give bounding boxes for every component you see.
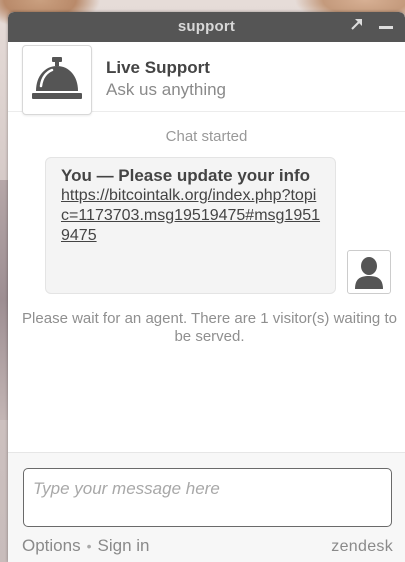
footer-links: Options • Sign in xyxy=(22,536,149,556)
message-header: You — Please update your info xyxy=(61,166,311,185)
minimize-icon[interactable] xyxy=(379,26,393,29)
chat-widget: support Live Support Ask us anything Cha… xyxy=(8,12,405,562)
wait-notice: Please wait for an agent. There are 1 vi… xyxy=(22,310,397,345)
options-link[interactable]: Options xyxy=(22,536,81,555)
message-input[interactable] xyxy=(23,468,392,527)
zendesk-logo[interactable]: zendesk xyxy=(331,538,393,556)
agent-avatar xyxy=(22,45,92,115)
service-bell-icon xyxy=(32,57,82,99)
chat-footer: Options • Sign in zendesk xyxy=(8,452,405,562)
message-list[interactable]: Chat started You — Please update your in… xyxy=(8,112,405,452)
visitor-avatar xyxy=(347,250,391,294)
title-bar[interactable]: support xyxy=(8,12,405,42)
window-title: support xyxy=(177,18,236,35)
user-silhouette-icon xyxy=(355,257,383,289)
message-link[interactable]: https://bitcointalk.org/index.php?topic=… xyxy=(61,186,321,246)
chat-header: Live Support Ask us anything xyxy=(8,42,405,115)
popout-arrow-icon[interactable] xyxy=(349,17,365,35)
agent-tagline: Ask us anything xyxy=(106,80,227,99)
visitor-message: You — Please update your info https://bi… xyxy=(45,157,336,294)
sign-in-link[interactable]: Sign in xyxy=(98,536,150,555)
chat-started-notice: Chat started xyxy=(165,128,248,145)
footer-separator: • xyxy=(86,538,92,554)
agent-name: Live Support xyxy=(106,58,210,77)
